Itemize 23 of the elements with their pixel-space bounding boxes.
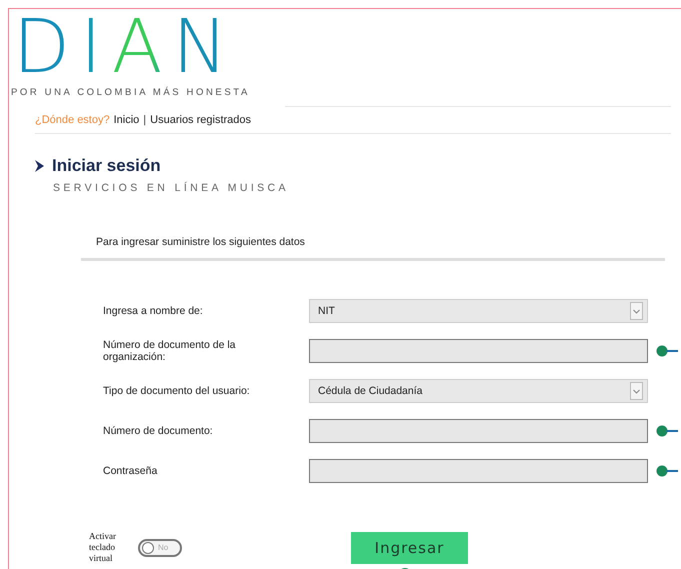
page-subtitle: SERVICIOS EN LÍNEA MUISCA [52,180,290,194]
submit-button[interactable]: Ingresar [351,532,468,564]
breadcrumb-prompt: ¿Dónde estoy? [35,114,110,126]
field-label: Tipo de documento del usuario: [103,385,251,397]
field-label: Número de documento de la organización: [103,339,236,363]
page-title: Iniciar sesión [52,156,161,176]
dropdown-field[interactable]: Cédula de Ciudadanía [309,379,648,403]
input-field[interactable] [309,459,648,483]
caret-icon [630,382,643,400]
field-label: Ingresa a nombre de: [103,305,204,317]
instructions-text: Para ingresar suministre los siguientes datos [96,236,306,248]
breadcrumb-link[interactable]: Usuarios registrados [150,114,252,126]
arrow-icon [35,160,44,172]
input-field[interactable] [309,419,648,443]
dropdown-field[interactable]: NIT [309,299,648,323]
field-label: Número de documento: [103,425,214,437]
field-label: Contraseña [103,465,158,477]
logo-tagline: POR UNA COLOMBIA MÁS HONESTA [10,86,251,98]
keyboard-label: Activar teclado virtual [89,531,117,564]
caret-icon [630,302,643,320]
input-field[interactable] [309,339,648,363]
breadcrumb-separator: | [143,114,146,126]
breadcrumb-link[interactable]: Inicio [114,114,140,126]
